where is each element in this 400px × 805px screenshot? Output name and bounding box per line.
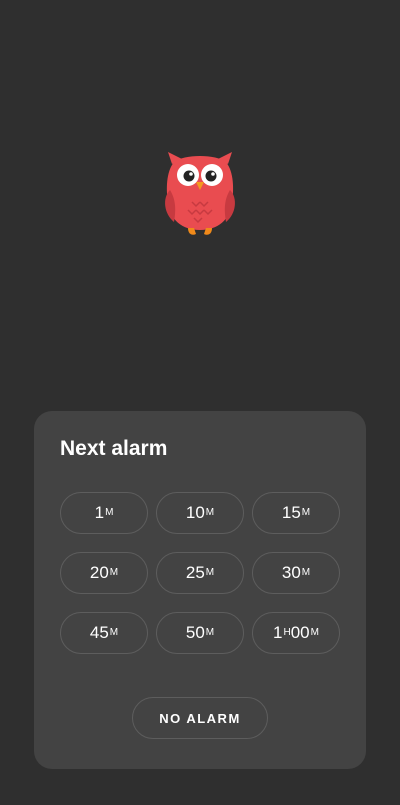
alarm-option-45m[interactable]: 45 M (60, 612, 148, 654)
alarm-option-1h00m[interactable]: 1 H 00 M (252, 612, 340, 654)
next-alarm-sheet: Next alarm 1M 10 M 15 M 20 M 25 M 30 M 45 M 50… (34, 411, 366, 769)
alarm-option-25m[interactable]: 25 M (156, 552, 244, 594)
alarm-option-15m[interactable]: 15 M (252, 492, 340, 534)
alarm-option-1m[interactable]: 1M (60, 492, 148, 534)
owl-mascot (162, 150, 238, 238)
owl-icon (165, 152, 235, 235)
sheet-title: Next alarm (60, 437, 168, 460)
alarm-option-30m[interactable]: 30 M (252, 552, 340, 594)
alarm-option-50m[interactable]: 50 M (156, 612, 244, 654)
alarm-options-grid: 1M 10 M 15 M 20 M 25 M 30 M 45 M 50 M 1 H 00 M (60, 492, 341, 654)
no-alarm-button[interactable]: NO ALARM (132, 697, 268, 739)
alarm-option-20m[interactable]: 20 M (60, 552, 148, 594)
alarm-option-10m[interactable]: 10 M (156, 492, 244, 534)
